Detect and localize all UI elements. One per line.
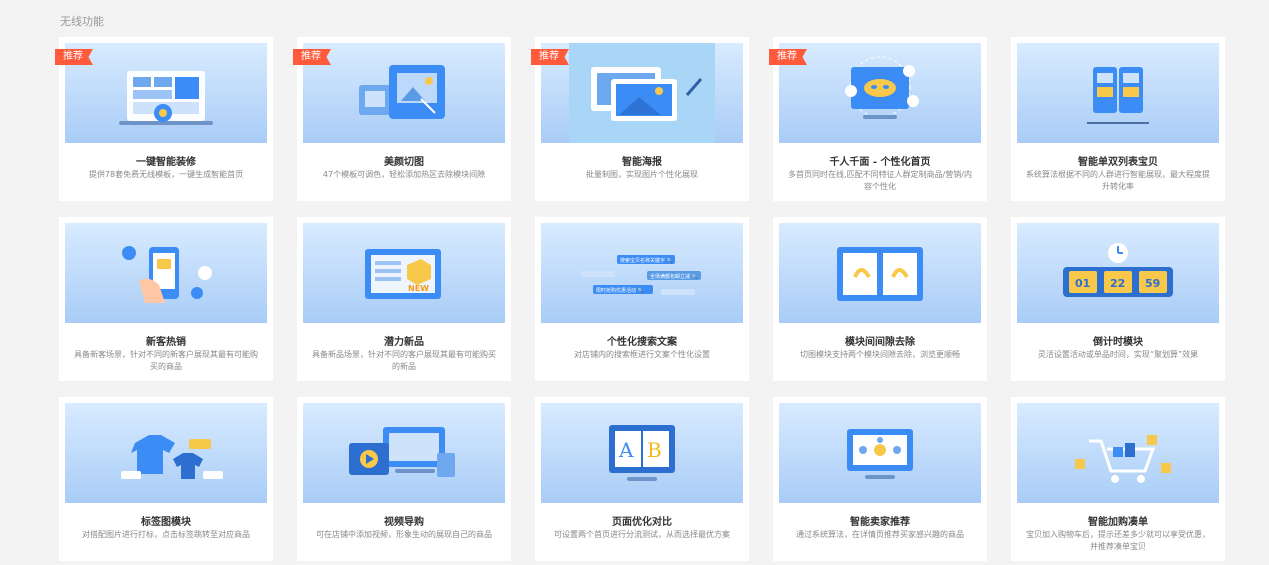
card-description: 对店铺内的搜索框进行文案个性化设置: [574, 350, 710, 359]
feature-card-seller-recommend[interactable]: 智能卖家推荐 通过系统算法，在详情页推荐买家感兴趣的商品: [773, 397, 987, 561]
card-title: 页面优化对比: [612, 517, 672, 528]
new-label: NEW: [408, 284, 429, 293]
ab-letter-a: A: [618, 438, 634, 462]
feature-card-video-guide[interactable]: 视频导购 可在店铺中添加视频，形象生动的展现自己的商品: [297, 397, 511, 561]
card-title: 标签图模块: [141, 517, 191, 528]
feature-card-cart-bundle[interactable]: 智能加购凑单 宝贝加入购物车后，提示还差多少就可以享受优惠，并推荐凑单宝贝: [1011, 397, 1225, 561]
recommend-icon: [779, 403, 981, 503]
ab-test-icon: A B: [541, 403, 743, 503]
recommend-badge: 推荐: [769, 49, 807, 65]
search-chip: 搜索宝贝名称关键字 🔍: [620, 257, 673, 264]
countdown-digit: 59: [1145, 277, 1160, 290]
feature-grid: 推荐 一键智能装修 提供78套免费无线模板，一键生成智能首页 推荐 美颜切图 4…: [55, 37, 1225, 561]
card-description: 提供78套免费无线模板，一键生成智能首页: [88, 170, 244, 179]
cart-icon: [1017, 403, 1219, 503]
feature-card-personalized-home[interactable]: 推荐 千人千面 - 个性化首页 多首页同时在线,匹配不同特征人群定制商品/营销/…: [769, 37, 987, 201]
feature-card-tag-image[interactable]: 标签图模块 对搭配图片进行打标，点击标签跳转至对应商品: [59, 397, 273, 561]
card-description: 通过系统算法，在详情页推荐买家感兴趣的商品: [796, 530, 964, 539]
card-title: 视频导购: [384, 517, 424, 528]
card-title: 千人千面 - 个性化首页: [829, 157, 931, 168]
feature-card-dual-list[interactable]: 智能单双列表宝贝 系统算法根据不同的人群进行智能展现，最大程度提升转化率: [1011, 37, 1225, 201]
gap-remove-icon: [779, 223, 981, 323]
card-description: 批量制图，实现图片个性化展现: [586, 170, 698, 179]
tag-clothes-icon: [65, 403, 267, 503]
feature-card-potential-new[interactable]: NEW 潜力新品 具备新品场景，针对不同的客户展现其最有可能购买的新品: [297, 217, 511, 381]
countdown-icon: 01 22 59: [1017, 223, 1219, 323]
card-title: 智能卖家推荐: [850, 517, 910, 528]
feature-card-smart-decoration[interactable]: 推荐 一键智能装修 提供78套免费无线模板，一键生成智能首页: [55, 37, 273, 201]
search-chip: 全场满额包邮立减 🔍: [650, 273, 698, 280]
card-title: 倒计时模块: [1093, 337, 1143, 348]
card-title: 新客热销: [146, 337, 186, 348]
card-description: 灵活设置活动或单品时间，实现“聚划算”效果: [1037, 350, 1199, 359]
card-description: 47个模板可调色，轻松添加热区去除模块间隙: [322, 170, 486, 179]
card-description: 多首页同时在线,匹配不同特征人群定制商品/营销/内容个性化: [788, 170, 972, 191]
feature-card-ab-compare[interactable]: A B 页面优化对比 可设置两个首页进行分流测试，从而选择最优方案: [535, 397, 749, 561]
mask-personalize-icon: [779, 43, 981, 143]
feature-card-countdown[interactable]: 01 22 59 倒计时模块 灵活设置活动或单品时间，实现“聚划算”效果: [1011, 217, 1225, 381]
recommend-badge: 推荐: [531, 49, 569, 65]
video-play-icon: [303, 403, 505, 503]
card-description: 系统算法根据不同的人群进行智能展现，最大程度提升转化率: [1026, 170, 1210, 191]
recommend-badge: 推荐: [293, 49, 331, 65]
section-title: 无线功能: [60, 15, 104, 28]
card-title: 模块间间隙去除: [845, 337, 915, 348]
feature-card-smart-poster[interactable]: 推荐 智能海报 批量制图，实现图片个性化展现: [531, 37, 749, 201]
phone-hand-icon: [65, 223, 267, 323]
feature-card-gap-remove[interactable]: 模块间间隙去除 切图模块支持两个模块间隙去除，浏览更顺畅: [773, 217, 987, 381]
card-description: 可在店铺中添加视频，形象生动的展现自己的商品: [316, 530, 492, 539]
card-title: 美颜切图: [384, 157, 424, 168]
feature-card-beauty-cut[interactable]: 推荐 美颜切图 47个模板可调色，轻松添加热区去除模块间隙: [293, 37, 511, 201]
image-crop-icon: [303, 43, 505, 143]
layout-desktop-icon: [65, 43, 267, 143]
feature-card-new-customer-hot[interactable]: 新客热销 具备新客场景，针对不同的新客户展现其最有可能购买的商品: [59, 217, 273, 381]
card-title: 智能单双列表宝贝: [1078, 157, 1158, 168]
ab-letter-b: B: [647, 438, 662, 462]
new-product-icon: NEW: [303, 223, 505, 323]
card-title: 个性化搜索文案: [607, 337, 677, 348]
feature-card-search-text[interactable]: 搜索宝贝名称关键字 🔍 全场满额包邮立减 🔍 限时抢购优惠活动 🔍 个性化搜索文…: [535, 217, 749, 381]
card-description: 对搭配图片进行打标，点击标签跳转至对应商品: [82, 530, 250, 539]
card-title: 智能海报: [622, 157, 662, 168]
countdown-digit: 01: [1075, 277, 1090, 290]
search-chip: 限时抢购优惠活动 🔍: [596, 287, 644, 294]
card-description: 具备新品场景，针对不同的客户展现其最有可能购买的新品: [312, 350, 496, 371]
recommend-badge: 推荐: [55, 49, 93, 65]
countdown-digit: 22: [1110, 277, 1125, 290]
card-title: 潜力新品: [384, 337, 424, 348]
poster-icon: [541, 43, 743, 143]
card-title: 智能加购凑单: [1088, 517, 1148, 528]
card-description: 宝贝加入购物车后，提示还差多少就可以享受优惠，并推荐凑单宝贝: [1026, 530, 1210, 551]
dual-list-icon: [1017, 43, 1219, 143]
search-text-icon: 搜索宝贝名称关键字 🔍 全场满额包邮立减 🔍 限时抢购优惠活动 🔍: [541, 223, 743, 323]
card-title: 一键智能装修: [136, 157, 196, 168]
card-description: 切图模块支持两个模块间隙去除，浏览更顺畅: [800, 350, 960, 359]
card-description: 可设置两个首页进行分流测试，从而选择最优方案: [554, 530, 730, 539]
card-description: 具备新客场景，针对不同的新客户展现其最有可能购买的商品: [74, 350, 258, 371]
